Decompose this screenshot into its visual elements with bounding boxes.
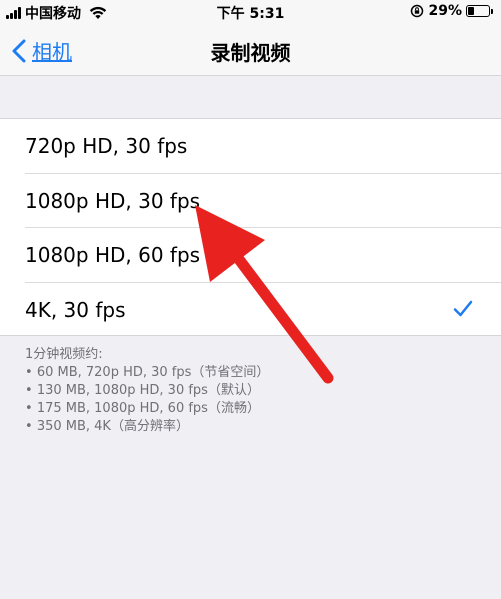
option-label: 1080p HD, 60 fps [25,243,201,268]
video-format-list: 720p HD, 30 fps 1080p HD, 30 fps 1080p H… [0,118,501,336]
battery-percent: 29% [428,3,462,19]
status-right: 29% [410,3,493,19]
checkmark-icon [453,300,473,316]
nav-bar: 相机 录制视频 [0,24,501,76]
footer-item: 60 MB, 720p HD, 30 fps（节省空间） [25,364,485,382]
option-label: 720p HD, 30 fps [25,134,188,159]
footer-item: 175 MB, 1080p HD, 60 fps（流畅） [25,400,485,418]
option-1080p-30[interactable]: 1080p HD, 30 fps [0,174,501,229]
status-bar: 中国移动 下午 5:31 29% [0,0,501,24]
option-label: 4K, 30 fps [25,297,126,322]
footer-heading: 1分钟视频约: [25,347,103,362]
page-title: 录制视频 [210,41,291,65]
orientation-lock-icon [411,4,424,18]
footer-item: 350 MB, 4K（高分辨率） [25,418,485,436]
battery-icon [466,5,493,17]
footer-note: 1分钟视频约: 60 MB, 720p HD, 30 fps（节省空间） 130… [25,346,485,436]
option-4k-30[interactable]: 4K, 30 fps [0,283,501,338]
option-label: 1080p HD, 30 fps [25,188,201,213]
option-720p-30[interactable]: 720p HD, 30 fps [0,119,501,174]
footer-item: 130 MB, 1080p HD, 30 fps（默认） [25,382,485,400]
option-1080p-60[interactable]: 1080p HD, 60 fps [0,228,501,283]
